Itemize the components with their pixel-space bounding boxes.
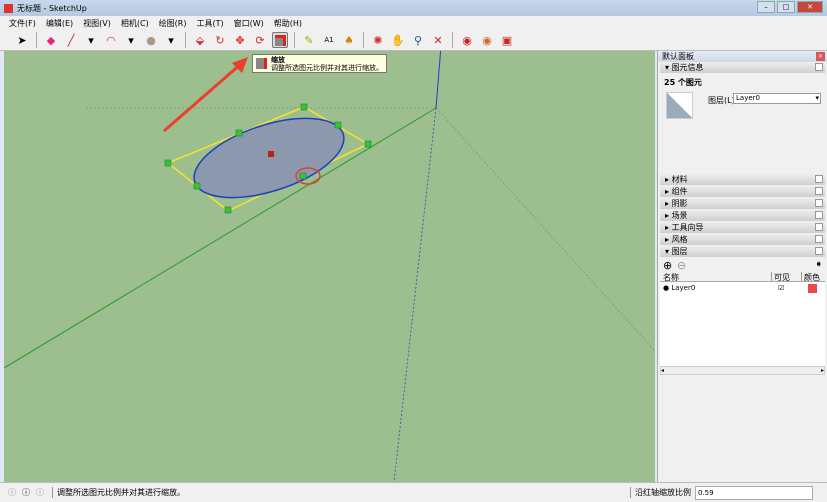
measurement-label: 沿红轴缩放比例 xyxy=(630,487,691,498)
menu-bar: 文件(F) 编辑(E) 视图(V) 相机(C) 绘图(R) 工具(T) 窗口(W… xyxy=(0,16,827,30)
section-label: 风格 xyxy=(671,235,688,244)
annotation-arrow xyxy=(163,61,243,133)
tray-header: 默认面板 ✕ xyxy=(658,51,827,62)
layers-list: ● Layer0 ☑ ◂ ▸ xyxy=(660,282,825,375)
modeling-viewport[interactable] xyxy=(4,51,655,482)
chevron-down-icon[interactable]: ▾ xyxy=(83,32,99,48)
menu-tools[interactable]: 工具(T) xyxy=(197,18,224,29)
status-message: 调整所选图元比例并对其进行缩放。 xyxy=(52,487,185,498)
column-name[interactable]: 名称 xyxy=(660,272,771,282)
tray-title: 默认面板 xyxy=(662,52,694,61)
layer-name: Layer0 xyxy=(671,284,696,292)
layers-header: 名称 可见 颜色 xyxy=(660,272,825,282)
orbit-icon[interactable]: ✺ xyxy=(370,32,386,48)
layer-visible-checkbox[interactable]: ☑ xyxy=(778,284,808,292)
entity-info-body: 25 个图元 图层(L): Layer0 ▾ xyxy=(658,74,827,174)
arc-tool-icon[interactable]: ◠ xyxy=(103,32,119,48)
section-components[interactable]: ▸ 组件 xyxy=(660,186,825,197)
credits-icon[interactable]: ⓘ xyxy=(22,487,30,498)
section-shadows[interactable]: ▸ 阴影 xyxy=(660,198,825,209)
horizontal-scrollbar[interactable]: ◂ ▸ xyxy=(660,366,825,375)
entity-thumbnail xyxy=(666,92,693,119)
section-label: 图元信息 xyxy=(671,63,704,72)
status-bar: ⓘ ⓘ ⓘ 调整所选图元比例并对其进行缩放。 沿红轴缩放比例 0.59 xyxy=(0,482,827,502)
layer-row[interactable]: ● Layer0 ☑ xyxy=(660,282,825,294)
menu-draw[interactable]: 绘图(R) xyxy=(159,18,187,29)
zoom-extents-icon[interactable]: ✕ xyxy=(430,32,446,48)
blue-axis xyxy=(435,51,442,109)
follow-me-icon[interactable]: ↻ xyxy=(212,32,228,48)
measurement-value: 0.59 xyxy=(698,488,714,497)
tooltip: 缩放 调整所选图元比例并对其进行缩放。 xyxy=(252,54,387,73)
title-bar: 无标题 - SketchUp – □ ✕ xyxy=(0,0,827,16)
section-materials[interactable]: ▸ 材料 xyxy=(660,174,825,185)
column-color[interactable]: 颜色 xyxy=(801,272,825,282)
layer-details-icon[interactable]: ➧ xyxy=(815,259,823,270)
window-title: 无标题 - SketchUp xyxy=(17,3,87,13)
layer-select[interactable]: Layer0 ▾ xyxy=(733,93,821,104)
layers-toolbar: ⊕ ⊖ ➧ xyxy=(658,258,827,272)
add-layer-icon[interactable]: ⊕ xyxy=(663,259,672,272)
section-label: 材料 xyxy=(671,175,688,184)
red-axis-dotted xyxy=(435,107,655,352)
share-model-icon[interactable]: ▣ xyxy=(499,32,515,48)
close-tray-icon[interactable]: ✕ xyxy=(816,52,825,61)
maximize-button[interactable]: □ xyxy=(777,1,795,13)
default-tray: 默认面板 ✕ ▾ 图元信息 25 个图元 图层(L): Layer0 ▾ ▸ 材料 … xyxy=(657,51,827,482)
select-tool-icon[interactable]: ➤ xyxy=(14,32,30,48)
section-layers[interactable]: ▾ 图层 xyxy=(660,246,825,257)
tooltip-desc: 调整所选图元比例并对其进行缩放。 xyxy=(271,64,383,72)
section-label: 图层 xyxy=(671,247,688,256)
paint-bucket-icon[interactable]: ♠ xyxy=(341,32,357,48)
menu-file[interactable]: 文件(F) xyxy=(9,18,36,29)
menu-help[interactable]: 帮助(H) xyxy=(274,18,302,29)
section-instructor[interactable]: ▸ 工具向导 xyxy=(660,222,825,233)
menu-edit[interactable]: 编辑(E) xyxy=(46,18,73,29)
column-visible[interactable]: 可见 xyxy=(771,272,801,282)
scale-tool-icon[interactable] xyxy=(272,32,288,48)
close-button[interactable]: ✕ xyxy=(797,1,823,13)
circle-tool-icon[interactable]: ● xyxy=(143,32,159,48)
section-label: 场景 xyxy=(671,211,688,220)
pencil-tool-icon[interactable]: ╱ xyxy=(63,32,79,48)
tape-measure-icon[interactable]: ✎ xyxy=(301,32,317,48)
move-tool-icon[interactable]: ✥ xyxy=(232,32,248,48)
section-scenes[interactable]: ▸ 场景 xyxy=(660,210,825,221)
measurement-input[interactable]: 0.59 xyxy=(695,485,813,500)
section-label: 工具向导 xyxy=(671,223,704,232)
user-icon[interactable]: ⓘ xyxy=(36,487,44,498)
menu-window[interactable]: 窗口(W) xyxy=(234,18,264,29)
push-pull-icon[interactable]: ⬙ xyxy=(192,32,208,48)
layer-select-value: Layer0 xyxy=(736,94,760,102)
delete-layer-icon[interactable]: ⊖ xyxy=(677,259,686,272)
text-tool-icon[interactable]: A1 xyxy=(321,32,337,48)
chevron-down-icon[interactable]: ▾ xyxy=(123,32,139,48)
zoom-icon[interactable]: ⚲ xyxy=(410,32,426,48)
scene xyxy=(4,51,655,482)
menu-camera[interactable]: 相机(C) xyxy=(121,18,149,29)
components-icon[interactable]: ◉ xyxy=(479,32,495,48)
scale-icon xyxy=(256,58,267,69)
section-label: 组件 xyxy=(671,187,688,196)
minimize-button[interactable]: – xyxy=(757,1,775,13)
entity-count: 25 个图元 xyxy=(664,78,702,87)
blue-axis-dotted xyxy=(393,107,437,482)
section-label: 阴影 xyxy=(671,199,688,208)
pan-icon[interactable]: ✋ xyxy=(390,32,406,48)
sketchup-logo-icon xyxy=(4,3,13,13)
menu-view[interactable]: 视图(V) xyxy=(83,18,111,29)
geo-location-icon[interactable]: ⓘ xyxy=(8,487,16,498)
tooltip-title: 缩放 xyxy=(271,56,285,64)
scale-center-handle xyxy=(268,151,274,157)
chevron-down-icon[interactable]: ▾ xyxy=(163,32,179,48)
section-entity-info[interactable]: ▾ 图元信息 xyxy=(660,62,825,73)
rotate-tool-icon[interactable]: ⟳ xyxy=(252,32,268,48)
eraser-tool-icon[interactable]: ◆ xyxy=(43,32,59,48)
layer-color-swatch[interactable] xyxy=(808,283,817,293)
section-styles[interactable]: ▸ 风格 xyxy=(660,234,825,245)
warehouse-icon[interactable]: ◉ xyxy=(459,32,475,48)
toolbar: ➤ ◆ ╱ ▾ ◠ ▾ ● ▾ ⬙ ↻ ✥ ⟳ ✎ A1 ♠ ✺ ✋ ⚲ ✕ ◉ ◉ … xyxy=(0,30,827,51)
